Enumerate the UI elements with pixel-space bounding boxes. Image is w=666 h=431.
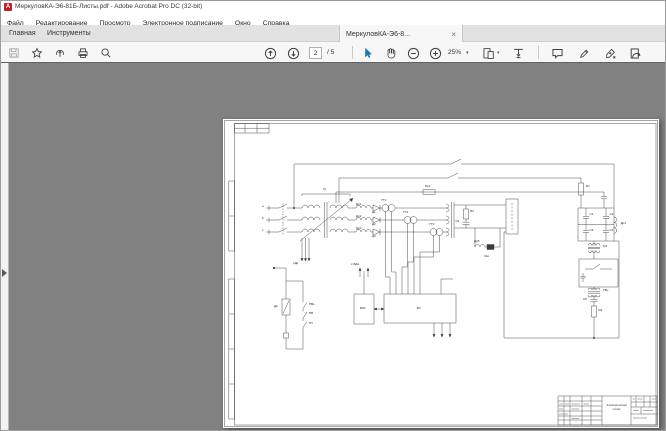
navigation-pane-collapsed [1,63,9,431]
pdf-page[interactable]: ТрПр1Др1Др2Др3Д1Д2Д3ТТ1ТТ2ТТ3R1С1С2С3С4Д… [223,119,659,428]
menu-bar: ФайлРедактированиеПросмотрЭлектронное по… [1,12,665,25]
select-tool-button[interactable] [361,46,375,60]
page-view-button[interactable] [481,46,495,60]
page-fit-icon [482,47,495,60]
save-button[interactable] [7,46,21,60]
bar-down-arrow-icon [512,47,525,60]
title-block-name: Электрическая схема [602,403,631,412]
share-file-button[interactable] [53,46,67,60]
select-cursor-icon [362,47,374,59]
tab-bar: Главная Инструменты МеркуловКА-Э6-8... × [1,25,665,42]
sheet-arrow-icon [629,47,642,60]
tab-close-icon[interactable]: × [451,30,456,39]
cloud-upload-icon [54,47,66,59]
tab-home[interactable]: Главная [3,25,42,42]
zoom-in-icon [429,47,442,60]
search-button[interactable] [99,46,113,60]
zoom-in-button[interactable] [428,46,442,60]
window-title: МеркуловКА-Э6-81Б-Листы.pdf - Adobe Acro… [15,3,202,10]
page-total-label: / 5 [327,49,334,56]
zoom-out-button[interactable] [406,46,420,60]
page-up-icon [264,47,277,60]
scroll-width-button[interactable] [511,46,525,60]
title-bar: A МеркуловКА-Э6-81Б-Листы.pdf - Adobe Ac… [1,1,665,12]
printer-icon [77,47,89,59]
title-block-line2: схема [602,407,631,411]
save-icon [8,47,20,59]
tab-tools[interactable]: Инструменты [41,25,97,42]
hand-icon [385,47,397,59]
fill-sign-button[interactable] [577,46,591,60]
pen-nib-icon [604,47,617,60]
comment-button[interactable] [550,46,564,60]
certificates-button[interactable] [603,46,617,60]
expand-panel-button[interactable] [2,269,7,277]
previous-page-button[interactable] [263,46,277,60]
hand-tool-button[interactable] [384,46,398,60]
page-number-input[interactable]: 2 [309,47,322,59]
zoom-out-icon [407,47,420,60]
document-area[interactable]: ТрПр1Др1Др2Др3Д1Д2Д3ТТ1ТТ2ТТ3R1С1С2С3С4Д… [1,63,666,431]
zoom-caret-icon[interactable]: ▾ [466,50,469,56]
toolbar: 2 / 5 25% ▾ ▾ [1,42,665,63]
comment-bubble-icon [551,47,564,60]
zoom-level-value[interactable]: 25% [448,49,461,56]
pencil-icon [578,47,591,60]
page-down-icon [287,47,300,60]
electrical-schematic-drawing [223,119,659,428]
toolbar-separator [352,46,353,59]
page-view-caret-icon[interactable]: ▾ [497,50,500,56]
acrobat-window: A МеркуловКА-Э6-81Б-Листы.pdf - Adobe Ac… [0,0,666,431]
tab-document-label: МеркуловКА-Э6-8... [346,31,410,38]
acrobat-logo-icon: A [4,3,12,11]
toolbar-separator [538,46,539,59]
print-button[interactable] [76,46,90,60]
search-icon [100,47,112,59]
next-page-button[interactable] [286,46,300,60]
star-icon [31,47,43,59]
favorites-button[interactable] [30,46,44,60]
tab-document[interactable]: МеркуловКА-Э6-8... × [339,25,463,43]
share-button[interactable] [628,46,642,60]
